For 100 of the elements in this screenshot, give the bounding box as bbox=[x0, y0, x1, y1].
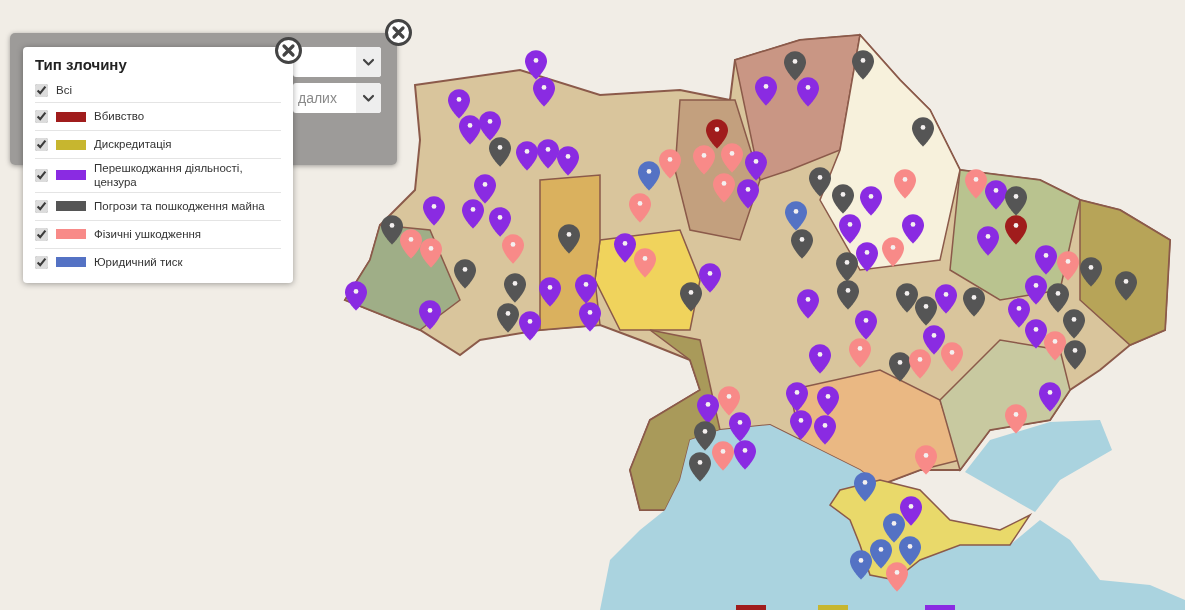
checkbox[interactable] bbox=[35, 227, 48, 241]
map-pin-icon[interactable] bbox=[1064, 340, 1086, 370]
map-pin-icon[interactable] bbox=[1080, 257, 1102, 287]
map-pin-icon[interactable] bbox=[1025, 319, 1047, 349]
map-pin-icon[interactable] bbox=[899, 536, 921, 566]
map-pin-icon[interactable] bbox=[963, 287, 985, 317]
map-pin-icon[interactable] bbox=[1039, 382, 1061, 412]
map-pin-icon[interactable] bbox=[557, 146, 579, 176]
map-pin-icon[interactable] bbox=[786, 382, 808, 412]
map-pin-icon[interactable] bbox=[1005, 404, 1027, 434]
map-pin-icon[interactable] bbox=[837, 280, 859, 310]
map-pin-icon[interactable] bbox=[889, 352, 911, 382]
close-button[interactable] bbox=[275, 37, 302, 64]
checkbox[interactable] bbox=[35, 255, 48, 269]
map-pin-icon[interactable] bbox=[836, 252, 858, 282]
map-pin-icon[interactable] bbox=[737, 179, 759, 209]
map-pin-icon[interactable] bbox=[558, 224, 580, 254]
map-pin-icon[interactable] bbox=[579, 302, 601, 332]
map-pin-icon[interactable] bbox=[706, 119, 728, 149]
map-pin-icon[interactable] bbox=[896, 283, 918, 313]
map-pin-icon[interactable] bbox=[539, 277, 561, 307]
dropdown-select[interactable] bbox=[293, 47, 381, 77]
map-pin-icon[interactable] bbox=[832, 184, 854, 214]
map-pin-icon[interactable] bbox=[1035, 245, 1057, 275]
checkbox[interactable] bbox=[35, 138, 48, 151]
map-pin-icon[interactable] bbox=[797, 77, 819, 107]
map-pin-icon[interactable] bbox=[1063, 309, 1085, 339]
map-pin-icon[interactable] bbox=[489, 137, 511, 167]
map-pin-icon[interactable] bbox=[814, 415, 836, 445]
map-pin-icon[interactable] bbox=[855, 310, 877, 340]
map-pin-icon[interactable] bbox=[923, 325, 945, 355]
map-pin-icon[interactable] bbox=[423, 196, 445, 226]
map-pin-icon[interactable] bbox=[883, 513, 905, 543]
close-button[interactable] bbox=[385, 19, 412, 46]
map-pin-icon[interactable] bbox=[791, 229, 813, 259]
map-pin-icon[interactable] bbox=[699, 263, 721, 293]
map-pin-icon[interactable] bbox=[797, 289, 819, 319]
map-pin-icon[interactable] bbox=[525, 50, 547, 80]
checkbox[interactable] bbox=[35, 168, 48, 182]
map-pin-icon[interactable] bbox=[1008, 298, 1030, 328]
map-pin-icon[interactable] bbox=[935, 284, 957, 314]
map-pin-icon[interactable] bbox=[734, 440, 756, 470]
map-pin-icon[interactable] bbox=[1025, 275, 1047, 305]
map-pin-icon[interactable] bbox=[1047, 283, 1069, 313]
map-pin-icon[interactable] bbox=[1005, 186, 1027, 216]
map-pin-icon[interactable] bbox=[459, 115, 481, 145]
map-pin-icon[interactable] bbox=[479, 111, 501, 141]
map-pin-icon[interactable] bbox=[900, 496, 922, 526]
map-pin-icon[interactable] bbox=[850, 550, 872, 580]
checkbox[interactable] bbox=[35, 110, 48, 123]
map-pin-icon[interactable] bbox=[614, 233, 636, 263]
map-pin-icon[interactable] bbox=[915, 296, 937, 326]
map-pin-icon[interactable] bbox=[680, 282, 702, 312]
map-pin-icon[interactable] bbox=[462, 199, 484, 229]
map-pin-icon[interactable] bbox=[689, 452, 711, 482]
map-pin-icon[interactable] bbox=[755, 76, 777, 106]
map-pin-icon[interactable] bbox=[1044, 331, 1066, 361]
map-pin-icon[interactable] bbox=[856, 242, 878, 272]
map-pin-icon[interactable] bbox=[537, 139, 559, 169]
map-pin-icon[interactable] bbox=[533, 77, 555, 107]
map-pin-icon[interactable] bbox=[519, 311, 541, 341]
map-pin-icon[interactable] bbox=[902, 214, 924, 244]
map-pin-icon[interactable] bbox=[977, 226, 999, 256]
map-pin-icon[interactable] bbox=[870, 539, 892, 569]
checkbox[interactable] bbox=[35, 83, 48, 97]
map-pin-icon[interactable] bbox=[516, 141, 538, 171]
map-pin-icon[interactable] bbox=[448, 89, 470, 119]
map-pin-icon[interactable] bbox=[497, 303, 519, 333]
map-pin-icon[interactable] bbox=[965, 169, 987, 199]
map-pin-icon[interactable] bbox=[419, 300, 441, 330]
map-pin-icon[interactable] bbox=[784, 51, 806, 81]
map-pin-icon[interactable] bbox=[790, 410, 812, 440]
map-pin-icon[interactable] bbox=[912, 117, 934, 147]
map-pin-icon[interactable] bbox=[697, 394, 719, 424]
map-pin-icon[interactable] bbox=[381, 215, 403, 245]
map-pin-icon[interactable] bbox=[1005, 215, 1027, 245]
map-pin-icon[interactable] bbox=[694, 421, 716, 451]
map-pin-icon[interactable] bbox=[985, 180, 1007, 210]
map-pin-icon[interactable] bbox=[718, 386, 740, 416]
map-pin-icon[interactable] bbox=[882, 237, 904, 267]
map-pin-icon[interactable] bbox=[915, 445, 937, 475]
map-pin-icon[interactable] bbox=[400, 229, 422, 259]
map-pin-icon[interactable] bbox=[809, 167, 831, 197]
map-pin-icon[interactable] bbox=[839, 214, 861, 244]
map-pin-icon[interactable] bbox=[785, 201, 807, 231]
map-pin-icon[interactable] bbox=[489, 207, 511, 237]
map-pin-icon[interactable] bbox=[860, 186, 882, 216]
dropdown-select[interactable]: далих bbox=[293, 83, 381, 113]
map-pin-icon[interactable] bbox=[659, 149, 681, 179]
map-pin-icon[interactable] bbox=[474, 174, 496, 204]
map-pin-icon[interactable] bbox=[817, 386, 839, 416]
map-pin-icon[interactable] bbox=[854, 472, 876, 502]
map-pin-icon[interactable] bbox=[454, 259, 476, 289]
map-pin-icon[interactable] bbox=[745, 151, 767, 181]
map-pin-icon[interactable] bbox=[345, 281, 367, 311]
map-pin-icon[interactable] bbox=[638, 161, 660, 191]
checkbox[interactable] bbox=[35, 199, 48, 213]
map-pin-icon[interactable] bbox=[809, 344, 831, 374]
map-pin-icon[interactable] bbox=[1115, 271, 1137, 301]
map-pin-icon[interactable] bbox=[575, 274, 597, 304]
